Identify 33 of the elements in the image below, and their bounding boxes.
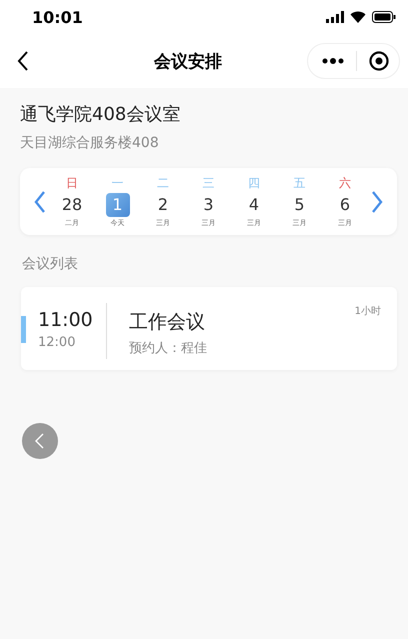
duration-label: 1小时 — [354, 304, 382, 318]
room-location: 天目湖综合服务楼408 — [20, 134, 160, 152]
back-button[interactable] — [22, 423, 58, 459]
weekday-label: 五 — [294, 175, 306, 192]
close-icon[interactable] — [369, 51, 389, 71]
section-title: 会议列表 — [22, 255, 79, 273]
wifi-icon — [350, 11, 366, 23]
meeting-title: 工作会议 — [129, 310, 206, 335]
meeting-card[interactable]: 11:00 12:00 工作会议 预约人：程佳 1小时 — [21, 287, 397, 370]
end-time: 12:00 — [38, 335, 76, 350]
booker-label: 预约人：程佳 — [129, 340, 208, 357]
status-time: 10:01 — [32, 8, 83, 26]
weekday-label: 六 — [339, 175, 351, 192]
weekday-label: 二 — [157, 175, 169, 192]
previous-icon[interactable] — [34, 190, 46, 212]
back-icon[interactable] — [17, 51, 29, 71]
date-button[interactable]: 2 — [151, 193, 175, 217]
signal-icon — [326, 11, 344, 23]
date-button[interactable]: 5 — [288, 193, 312, 217]
date-button[interactable]: 4 — [242, 193, 266, 217]
weekday-label: 日 — [66, 175, 78, 192]
page-title: 会议安排 — [152, 50, 223, 72]
weekday-label: 四 — [248, 175, 260, 192]
weekday-label: 三 — [202, 175, 214, 192]
date-button[interactable]: 28 — [60, 193, 84, 217]
room-name: 通飞学院408会议室 — [20, 103, 182, 126]
start-time: 11:00 — [38, 309, 94, 331]
weekday-label: 一 — [112, 175, 124, 192]
battery-icon — [372, 11, 396, 23]
date-button[interactable]: 6 — [333, 193, 357, 217]
date-button[interactable]: 3 — [196, 193, 220, 217]
more-icon[interactable] — [322, 58, 344, 64]
next-icon[interactable] — [371, 190, 383, 212]
